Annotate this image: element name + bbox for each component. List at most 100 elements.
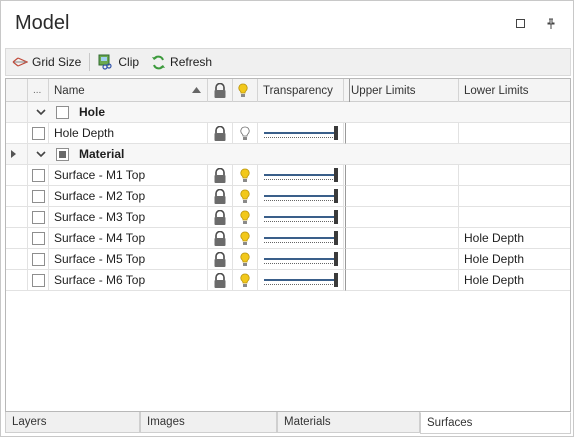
transparency-slider[interactable] [258, 249, 344, 270]
upper-limits-cell[interactable] [346, 270, 459, 291]
row-visibility-toggle[interactable] [233, 270, 258, 291]
row-checkbox[interactable] [28, 186, 49, 207]
row-indicator [6, 123, 28, 144]
pin-icon[interactable] [544, 16, 558, 30]
lower-limits-cell[interactable]: Hole Depth [459, 249, 570, 270]
table-row[interactable]: Surface - M6 Top Hole Depth [6, 270, 570, 291]
upper-limits-cell[interactable] [346, 207, 459, 228]
group-row[interactable]: Hole [6, 102, 570, 123]
lightbulb-icon [240, 273, 250, 287]
row-indicator [6, 207, 28, 228]
row-visibility-toggle[interactable] [233, 207, 258, 228]
row-indicator [6, 228, 28, 249]
row-name: Surface - M5 Top [49, 249, 208, 270]
table-row[interactable]: Surface - M3 Top [6, 207, 570, 228]
group-checkbox[interactable] [56, 102, 76, 123]
transparency-slider[interactable] [258, 186, 344, 207]
row-checkbox[interactable] [28, 228, 49, 249]
maximize-icon[interactable] [513, 16, 527, 30]
lower-limits-cell[interactable] [459, 207, 570, 228]
tab-images[interactable]: Images [140, 412, 277, 433]
group-row[interactable]: Material [6, 144, 570, 165]
upper-limits-cell[interactable] [346, 123, 459, 144]
group-label: Hole [74, 102, 274, 123]
lightbulb-icon [240, 231, 250, 245]
table-row[interactable]: Surface - M2 Top [6, 186, 570, 207]
tab-layers[interactable]: Layers [5, 412, 140, 433]
table-row[interactable]: Surface - M1 Top [6, 165, 570, 186]
row-visibility-toggle[interactable] [233, 186, 258, 207]
row-lock-toggle[interactable] [208, 249, 233, 270]
row-visibility-toggle[interactable] [233, 165, 258, 186]
expand-toggle-icon[interactable] [36, 102, 52, 123]
slider-thumb[interactable] [334, 231, 338, 245]
clip-icon [98, 54, 112, 70]
lower-limits-cell[interactable]: Hole Depth [459, 270, 570, 291]
slider-thumb[interactable] [334, 126, 338, 140]
row-visibility-toggle[interactable] [233, 123, 258, 144]
refresh-button[interactable]: Refresh [145, 51, 218, 73]
table-row[interactable]: Surface - M5 Top Hole Depth [6, 249, 570, 270]
toolbar: Grid Size Clip Refresh [5, 48, 571, 76]
lower-limits-cell[interactable] [459, 165, 570, 186]
tab-materials[interactable]: Materials [277, 412, 420, 433]
row-lock-toggle[interactable] [208, 186, 233, 207]
slider-thumb[interactable] [334, 189, 338, 203]
clip-button[interactable]: Clip [92, 51, 145, 73]
row-name: Surface - M1 Top [49, 165, 208, 186]
slider-thumb[interactable] [334, 252, 338, 266]
transparency-slider[interactable] [258, 270, 344, 291]
row-checkbox[interactable] [28, 207, 49, 228]
row-indicator [6, 102, 28, 123]
lock-column-header[interactable] [208, 79, 233, 102]
upper-limits-cell[interactable] [346, 186, 459, 207]
upper-limits-column-header[interactable]: Upper Limits [346, 79, 459, 102]
tab-surfaces[interactable]: Surfaces [420, 412, 571, 434]
lower-limits-cell[interactable]: Hole Depth [459, 228, 570, 249]
transparency-slider[interactable] [258, 165, 344, 186]
slider-thumb[interactable] [334, 210, 338, 224]
row-lock-toggle[interactable] [208, 228, 233, 249]
visibility-column-header[interactable] [233, 79, 258, 102]
group-checkbox[interactable] [56, 144, 76, 165]
clip-label: Clip [118, 55, 140, 69]
slider-thumb[interactable] [334, 168, 338, 182]
transparency-slider[interactable] [258, 123, 344, 144]
lower-limits-cell[interactable] [459, 123, 570, 144]
name-column-header[interactable]: Name [49, 79, 208, 102]
row-checkbox[interactable] [28, 123, 49, 144]
panel-title: Model [15, 12, 70, 34]
transparency-column-header[interactable]: Transparency [258, 79, 344, 102]
grid-size-button[interactable]: Grid Size [6, 51, 87, 73]
lock-icon [214, 251, 226, 267]
row-indicator-header [6, 79, 28, 102]
group-label: Material [74, 144, 274, 165]
lock-icon [214, 125, 226, 141]
row-indicator [6, 270, 28, 291]
row-lock-toggle[interactable] [208, 270, 233, 291]
row-visibility-toggle[interactable] [233, 249, 258, 270]
row-lock-toggle[interactable] [208, 207, 233, 228]
row-checkbox[interactable] [28, 249, 49, 270]
row-indicator [6, 144, 28, 165]
row-lock-toggle[interactable] [208, 165, 233, 186]
expand-toggle-icon[interactable] [36, 144, 52, 165]
row-name: Surface - M4 Top [49, 228, 208, 249]
transparency-slider[interactable] [258, 228, 344, 249]
upper-limits-cell[interactable] [346, 249, 459, 270]
lock-icon [214, 188, 226, 204]
row-visibility-toggle[interactable] [233, 228, 258, 249]
title-bar: Model [2, 2, 574, 46]
table-row[interactable]: Surface - M4 Top Hole Depth [6, 228, 570, 249]
upper-limits-cell[interactable] [346, 165, 459, 186]
upper-limits-cell[interactable] [346, 228, 459, 249]
lower-limits-cell[interactable] [459, 186, 570, 207]
row-checkbox[interactable] [28, 270, 49, 291]
lower-limits-column-header[interactable]: Lower Limits [459, 79, 570, 102]
row-lock-toggle[interactable] [208, 123, 233, 144]
column-chooser-header[interactable]: ... [28, 79, 49, 102]
table-row[interactable]: Hole Depth [6, 123, 570, 144]
row-checkbox[interactable] [28, 165, 49, 186]
transparency-slider[interactable] [258, 207, 344, 228]
slider-thumb[interactable] [334, 273, 338, 287]
